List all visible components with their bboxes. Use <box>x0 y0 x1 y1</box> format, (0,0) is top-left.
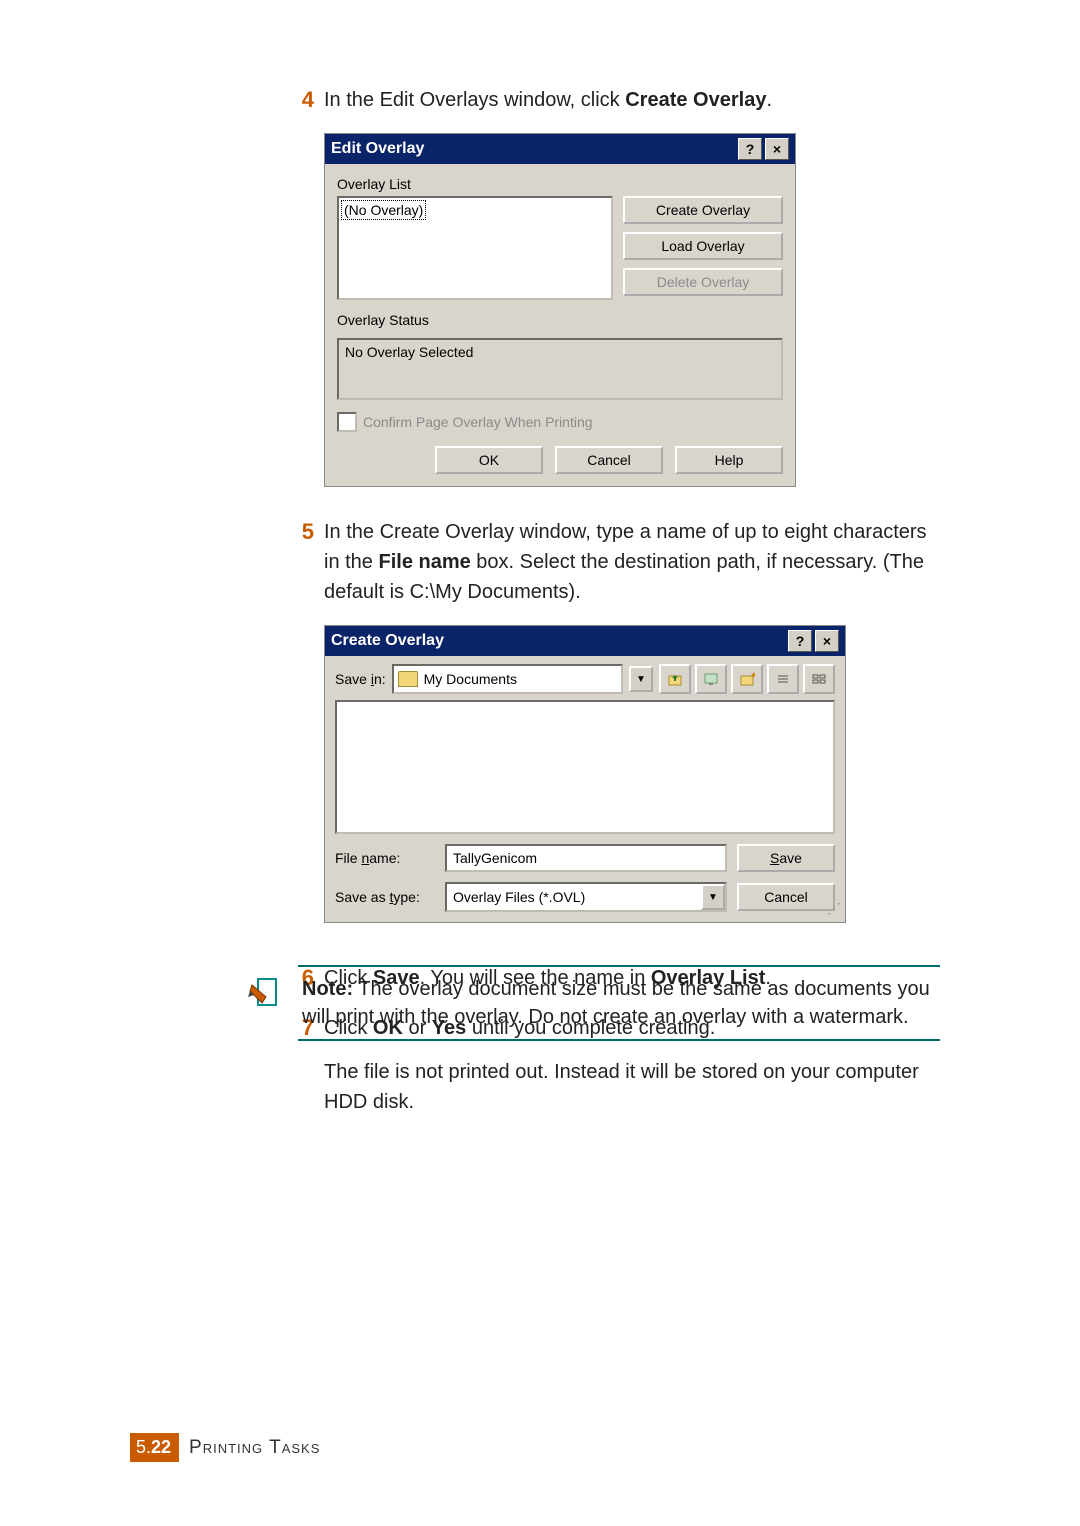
dialog-titlebar: Create Overlay ? × <box>325 626 845 656</box>
svg-text:✦: ✦ <box>750 672 755 680</box>
save-in-combo[interactable]: My Documents <box>392 664 623 694</box>
save-as-type-combo[interactable]: Overlay Files (*.OVL) ▼ <box>445 882 727 912</box>
resize-grip-icon[interactable]: ⋰ <box>827 904 841 918</box>
help-button[interactable]: Help <box>675 446 783 474</box>
step-7-extra: The file is not printed out. Instead it … <box>324 1057 940 1117</box>
overlay-list-item[interactable]: (No Overlay) <box>341 200 426 220</box>
close-button[interactable]: × <box>815 630 839 652</box>
edit-overlay-dialog: Edit Overlay ? × Overlay List (No Overla… <box>324 133 796 487</box>
load-overlay-button[interactable]: Load Overlay <box>623 232 783 260</box>
confirm-checkbox-label: Confirm Page Overlay When Printing <box>363 414 593 430</box>
overlay-status-text: No Overlay Selected <box>345 344 473 360</box>
note-icon <box>248 973 284 1017</box>
help-button[interactable]: ? <box>738 138 762 160</box>
save-in-label: Save in: <box>335 671 386 687</box>
save-as-type-label: Save as type: <box>335 889 435 905</box>
file-name-input[interactable]: TallyGenicom <box>445 844 727 872</box>
dropdown-button[interactable]: ▼ <box>629 666 653 692</box>
step-number: 5 <box>280 517 314 547</box>
create-overlay-button[interactable]: Create Overlay <box>623 196 783 224</box>
create-overlay-dialog: Create Overlay ? × Save in: My Documents… <box>324 625 846 923</box>
confirm-checkbox <box>337 412 357 432</box>
help-button[interactable]: ? <box>788 630 812 652</box>
overlay-status-box: No Overlay Selected <box>337 338 783 400</box>
step-5: 5 In the Create Overlay window, type a n… <box>280 517 940 923</box>
page-footer: 5.22 Printing Tasks <box>130 1433 320 1462</box>
desktop-icon[interactable] <box>695 664 727 694</box>
delete-overlay-button: Delete Overlay <box>623 268 783 296</box>
confirm-checkbox-row: Confirm Page Overlay When Printing <box>337 412 783 432</box>
dialog-titlebar: Edit Overlay ? × <box>325 134 795 164</box>
dialog-title: Edit Overlay <box>331 140 424 158</box>
step-number: 4 <box>280 85 314 115</box>
file-name-label: File name: <box>335 850 435 866</box>
step-text: In the Edit Overlays window, click Creat… <box>324 85 940 115</box>
overlay-status-label: Overlay Status <box>337 312 783 328</box>
details-view-icon[interactable] <box>803 664 835 694</box>
step-4: 4 In the Edit Overlays window, click Cre… <box>280 85 940 487</box>
new-folder-icon[interactable]: ✦ <box>731 664 763 694</box>
note-text: Note: The overlay document size must be … <box>298 965 940 1041</box>
close-button[interactable]: × <box>765 138 789 160</box>
up-folder-icon[interactable] <box>659 664 691 694</box>
cancel-button[interactable]: Cancel <box>555 446 663 474</box>
dropdown-button[interactable]: ▼ <box>701 884 725 910</box>
dialog-title: Create Overlay <box>331 632 444 650</box>
section-label: Printing Tasks <box>189 1437 320 1459</box>
folder-icon <box>398 671 418 687</box>
list-view-icon[interactable] <box>767 664 799 694</box>
document-page: 4 In the Edit Overlays window, click Cre… <box>0 0 1080 1526</box>
overlay-list[interactable]: (No Overlay) <box>337 196 613 300</box>
save-in-value: My Documents <box>424 671 517 687</box>
save-button[interactable]: Save <box>737 844 835 872</box>
note-block: Note: The overlay document size must be … <box>248 965 940 1041</box>
page-number-chip: 5.22 <box>130 1433 179 1462</box>
overlay-list-label: Overlay List <box>337 176 783 192</box>
ok-button[interactable]: OK <box>435 446 543 474</box>
cancel-button[interactable]: Cancel <box>737 883 835 911</box>
step-text: In the Create Overlay window, type a nam… <box>324 517 940 607</box>
file-list-area[interactable] <box>335 700 835 834</box>
